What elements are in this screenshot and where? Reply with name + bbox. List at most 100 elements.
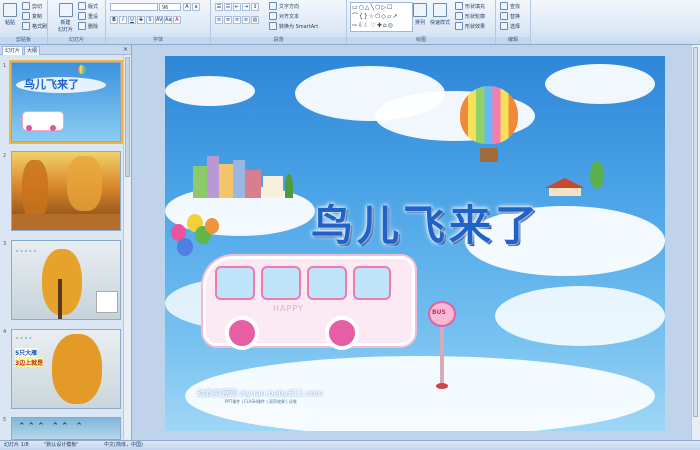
slide-number: 3 bbox=[3, 241, 7, 247]
text-direction-label: 文字方向 bbox=[279, 3, 300, 10]
select-button[interactable]: 选择 bbox=[500, 22, 520, 30]
thumb-text-1: 5只大雁 bbox=[15, 348, 38, 357]
watermark-subtext: PPT课件 | FLASH课件 | 双声效果 | 试卷 bbox=[225, 399, 297, 404]
font-group-label: 字体 bbox=[106, 37, 210, 44]
align-text-button[interactable]: 对齐文本 bbox=[269, 12, 299, 20]
smartart-label: 转换为 SmartArt bbox=[279, 23, 319, 30]
align-left-button[interactable]: ≡ bbox=[215, 16, 223, 24]
paragraph-group: ☰ ☷ ⇤ ⇥ ↕ ≡ ≡ ≡ ≡ ▥ 文字方向 对齐文本 转换为 SmartA… bbox=[211, 0, 347, 44]
shrink-font-button[interactable]: a bbox=[192, 3, 200, 11]
line-spacing-button[interactable]: ↕ bbox=[251, 3, 259, 11]
tab-outline[interactable]: 大纲 bbox=[24, 46, 41, 55]
align-right-button[interactable]: ≡ bbox=[233, 16, 241, 24]
new-slide-icon bbox=[58, 3, 73, 17]
bold-button[interactable]: B bbox=[110, 16, 118, 24]
shape-fill-button[interactable]: 形状填充 bbox=[455, 2, 485, 10]
bullets-button[interactable]: ☰ bbox=[215, 3, 223, 11]
italic-button[interactable]: I bbox=[119, 16, 127, 24]
bus-sign-text: BUS bbox=[432, 309, 446, 316]
brush-icon bbox=[22, 22, 30, 30]
arrange-label: 排列 bbox=[414, 20, 425, 26]
layout-button[interactable]: 版式 bbox=[78, 2, 98, 10]
effects-icon bbox=[455, 22, 463, 30]
quick-styles-icon bbox=[433, 3, 447, 17]
slide-canvas[interactable]: 鸟儿飞来了 HAPPY BUS 幼教资源网 ziyuan.baby611.com… bbox=[165, 56, 665, 431]
slide-thumbnail-5[interactable]: ⌃⌃⌃ ⌃⌃ ⌃ bbox=[11, 417, 121, 440]
font-color-button[interactable]: A bbox=[173, 16, 181, 24]
slide-number: 4 bbox=[3, 329, 7, 335]
cloud bbox=[545, 64, 655, 104]
slide-thumbnail-3[interactable]: ᵥ ᵥ ᵥ ᵥ ᵥ bbox=[11, 240, 121, 320]
increase-indent-button[interactable]: ⇥ bbox=[242, 3, 250, 11]
slides-group-label: 幻灯片 bbox=[48, 37, 105, 44]
scissors-icon bbox=[22, 2, 30, 10]
format-painter-label: 格式刷 bbox=[32, 23, 48, 30]
watermark-text: 幼教资源网 ziyuan.baby611.com bbox=[197, 389, 323, 398]
smartart-button[interactable]: 转换为 SmartArt bbox=[269, 22, 318, 30]
replace-button[interactable]: 替换 bbox=[500, 12, 520, 20]
columns-button[interactable]: ▥ bbox=[251, 16, 259, 24]
tree-illustration bbox=[590, 161, 604, 189]
slide-editor: 鸟儿飞来了 HAPPY BUS 幼教资源网 ziyuan.baby611.com… bbox=[132, 45, 700, 440]
clipboard-group: 粘贴 剪切 复制 格式刷 剪贴板 bbox=[0, 0, 48, 44]
justify-button[interactable]: ≡ bbox=[242, 16, 250, 24]
font-name-field[interactable] bbox=[110, 3, 158, 11]
paste-button[interactable]: 粘贴 bbox=[3, 3, 17, 26]
underline-button[interactable]: U bbox=[128, 16, 136, 24]
slide-thumbnail-4[interactable]: ᵥ ᵥ ᵥ ᵥ 5只大雁 3边上就是 bbox=[11, 329, 121, 409]
drawing-group: ▭○△╲⬡▷☐ ⌒{}☆⬠◇▱↗ ⇨⇩☾♡✚⌂◎ 排列 快速样式 形状填充 形状轮廓… bbox=[347, 0, 496, 44]
smartart-icon bbox=[269, 22, 277, 30]
editing-group: 查找 替换 选择 编辑 bbox=[496, 0, 531, 44]
reset-button[interactable]: 重设 bbox=[78, 12, 98, 20]
copy-label: 复制 bbox=[32, 13, 43, 20]
align-text-label: 对齐文本 bbox=[279, 13, 300, 20]
reset-icon bbox=[78, 12, 86, 20]
panel-scrollbar[interactable] bbox=[123, 55, 131, 439]
ribbon: 粘贴 剪切 复制 格式刷 剪贴板 新建 幻灯片 版式 重设 删除 幻灯片 96 … bbox=[0, 0, 700, 45]
copy-button[interactable]: 复制 bbox=[22, 12, 42, 20]
new-slide-button[interactable]: 新建 幻灯片 bbox=[58, 3, 73, 33]
font-size-field[interactable]: 96 bbox=[159, 3, 181, 11]
close-icon[interactable]: × bbox=[123, 46, 128, 53]
shadow-button[interactable]: S bbox=[146, 16, 154, 24]
slide-thumbnail-2[interactable] bbox=[11, 151, 121, 231]
slides-panel: 幻灯片 大纲 × 1 鸟儿飞来了 2 3 ᵥ ᵥ ᵥ ᵥ ᵥ 4 ᵥ ᵥ ᵥ ᵥ… bbox=[0, 45, 132, 440]
spacing-button[interactable]: AV bbox=[155, 16, 163, 24]
find-button[interactable]: 查找 bbox=[500, 2, 520, 10]
shape-fill-label: 形状填充 bbox=[465, 3, 486, 10]
panel-tabs: 幻灯片 大纲 × bbox=[0, 45, 131, 55]
decrease-indent-button[interactable]: ⇤ bbox=[233, 3, 241, 11]
delete-icon bbox=[78, 22, 86, 30]
shape-effects-button[interactable]: 形状效果 bbox=[455, 22, 485, 30]
shapes-gallery[interactable]: ▭○△╲⬡▷☐ ⌒{}☆⬠◇▱↗ ⇨⇩☾♡✚⌂◎ bbox=[350, 2, 413, 32]
delete-slide-button[interactable]: 删除 bbox=[78, 22, 98, 30]
align-center-button[interactable]: ≡ bbox=[224, 16, 232, 24]
font-group: 96 A a B I U S S AV Aa A 字体 bbox=[106, 0, 211, 44]
text-direction-icon bbox=[269, 2, 277, 10]
hot-air-balloon bbox=[460, 86, 518, 166]
format-painter-button[interactable]: 格式刷 bbox=[22, 22, 47, 30]
cloud bbox=[495, 286, 665, 346]
bus-stop-sign: BUS bbox=[428, 301, 458, 391]
arrange-button[interactable]: 排列 bbox=[413, 3, 427, 26]
numbering-button[interactable]: ☷ bbox=[224, 3, 232, 11]
change-case-button[interactable]: Aa bbox=[164, 16, 172, 24]
slide-title[interactable]: 鸟儿飞来了 bbox=[261, 192, 591, 253]
binoculars-icon bbox=[500, 2, 508, 10]
cursor-icon bbox=[500, 22, 508, 30]
new-slide-label: 新建 幻灯片 bbox=[58, 20, 74, 33]
replace-label: 替换 bbox=[510, 13, 521, 20]
shape-outline-button[interactable]: 形状轮廓 bbox=[455, 12, 485, 20]
cut-button[interactable]: 剪切 bbox=[22, 2, 42, 10]
slide-thumbnail-1[interactable]: 鸟儿飞来了 bbox=[9, 60, 123, 144]
bus-text: HAPPY bbox=[273, 304, 304, 313]
quick-styles-button[interactable]: 快速样式 bbox=[430, 3, 450, 26]
grow-font-button[interactable]: A bbox=[183, 3, 191, 11]
slides-group: 新建 幻灯片 版式 重设 删除 幻灯片 bbox=[48, 0, 106, 44]
text-direction-button[interactable]: 文字方向 bbox=[269, 2, 299, 10]
paint-bucket-icon bbox=[455, 2, 463, 10]
tab-slides[interactable]: 幻灯片 bbox=[2, 46, 24, 55]
strikethrough-button[interactable]: S bbox=[137, 16, 145, 24]
paste-label: 粘贴 bbox=[4, 20, 15, 26]
editor-scrollbar[interactable] bbox=[691, 45, 700, 440]
